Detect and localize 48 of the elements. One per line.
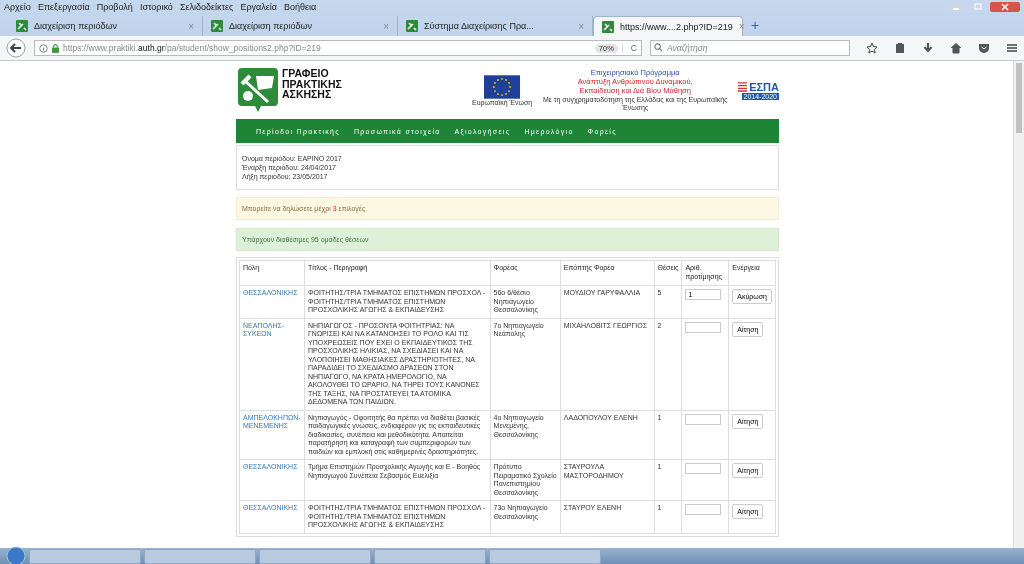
preference-field[interactable]: [685, 321, 722, 333]
new-tab-button[interactable]: +: [751, 17, 760, 33]
stripes-icon: [738, 81, 748, 92]
scrollbar[interactable]: [1013, 61, 1024, 548]
back-button[interactable]: [6, 38, 26, 58]
menu-icon[interactable]: [1006, 42, 1018, 54]
taskbar-button[interactable]: [489, 548, 601, 564]
menu-item[interactable]: Επεξεργασία: [37, 2, 90, 12]
url-text: https://www.praktiki.auth.gr/pa/student/show_positions2.php?ID=219: [63, 43, 322, 53]
espa-logo-text: ΕΣΠΑ: [749, 80, 779, 93]
taskbar-button[interactable]: [259, 548, 371, 564]
tab-title: https://www....2.php?ID=219: [620, 21, 733, 32]
download-icon[interactable]: [922, 42, 934, 54]
menu-item[interactable]: Βοήθεια: [283, 2, 317, 12]
tab-title: Σύστημα Διαχείρισης Πρα...: [424, 21, 535, 31]
tab-title: Διαχείριση περιόδων: [229, 21, 313, 31]
preference-field[interactable]: [685, 413, 722, 425]
restore-button[interactable]: [968, 2, 988, 12]
search-field[interactable]: Αναζήτηση: [650, 40, 850, 56]
menu-item[interactable]: Προβολή: [96, 2, 133, 12]
menu-item[interactable]: Ιστορικό: [139, 2, 173, 12]
info-icon[interactable]: [39, 43, 48, 53]
preference-field[interactable]: [685, 463, 722, 474]
favicon-icon: [602, 20, 614, 33]
start-button[interactable]: [6, 546, 26, 564]
taskbar-button[interactable]: [144, 548, 256, 564]
favicon-icon: [16, 20, 28, 32]
favicon-icon: [406, 20, 418, 32]
menu-item[interactable]: Σελιδοδείκτες: [179, 2, 234, 12]
logo-icon: [238, 68, 278, 112]
star-icon[interactable]: [866, 42, 878, 54]
logo-text: ΠΡΑΚΤΙΚΗΣ: [282, 78, 342, 89]
eu-flag-icon: [484, 74, 521, 99]
minimize-button[interactable]: [946, 2, 966, 12]
menu-item[interactable]: Εργαλεία: [240, 2, 277, 12]
taskbar-button[interactable]: [374, 548, 486, 564]
preference-field[interactable]: [685, 504, 722, 515]
lock-icon: [52, 43, 59, 53]
browser-tab[interactable]: https://www....2.php?ID=219 ×: [593, 16, 743, 36]
pocket-icon[interactable]: [978, 42, 990, 54]
close-button[interactable]: [990, 2, 1020, 12]
logo-text: ΑΣΚΗΣΗΣ: [282, 89, 333, 100]
logo-text: ΓΡΑΦΕΙΟ: [282, 68, 330, 79]
home-icon[interactable]: [950, 42, 962, 54]
favicon-icon: [211, 20, 223, 32]
menu-item[interactable]: Αρχείο: [4, 2, 31, 12]
clipboard-icon[interactable]: [894, 42, 906, 54]
tab-title: Διαχείριση περιόδων: [34, 21, 118, 31]
